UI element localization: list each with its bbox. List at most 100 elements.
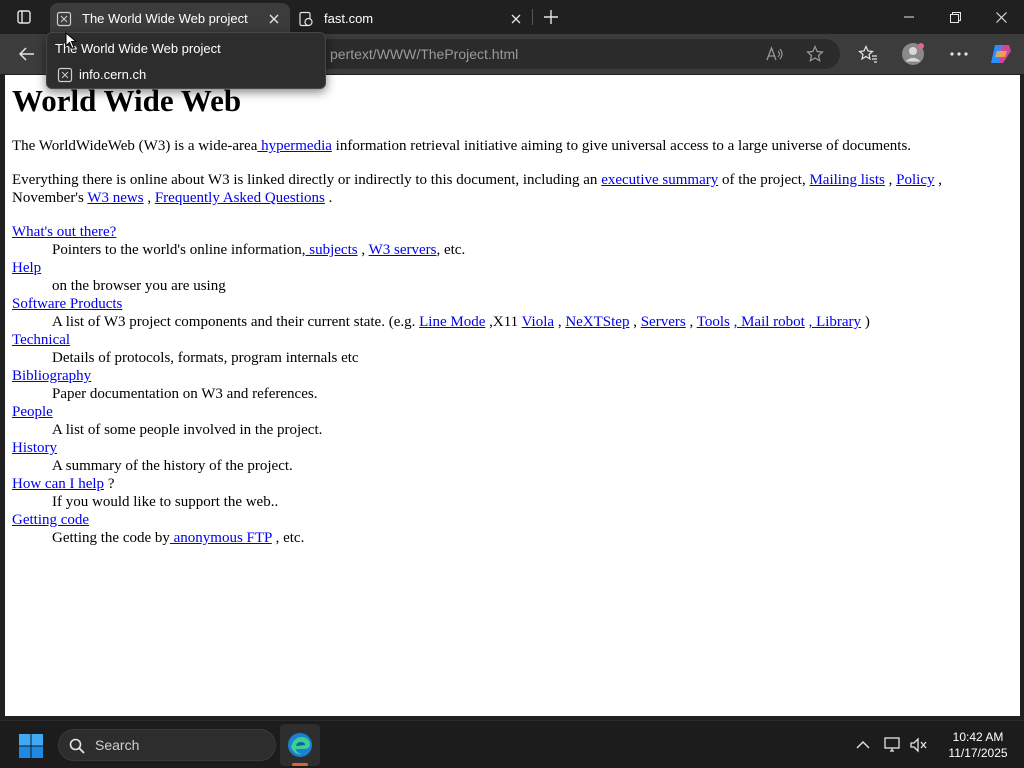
list-term: Bibliography <box>12 367 1007 385</box>
minimize-button[interactable] <box>886 0 932 34</box>
profile-button[interactable] <box>900 42 926 66</box>
restore-icon <box>949 11 961 23</box>
description-text: , <box>629 314 641 330</box>
arrow-left-icon <box>19 47 34 61</box>
more-menu-button[interactable] <box>946 42 972 66</box>
intro-paragraph: The WorldWideWeb (W3) is a wide-area hyp… <box>12 137 1007 155</box>
tab-title: fast.com <box>324 11 374 26</box>
link-hypermedia[interactable]: hypermedia <box>257 138 332 154</box>
speaker-muted-icon <box>910 737 927 753</box>
term-suffix: ? <box>104 476 115 492</box>
link-executive-summary[interactable]: executive summary <box>601 172 718 188</box>
list-term: How can I help ? <box>12 475 1007 493</box>
chevron-up-icon <box>856 741 870 749</box>
list-term: Technical <box>12 331 1007 349</box>
list-description: Details of protocols, formats, program i… <box>52 350 359 366</box>
taskbar-search[interactable]: Search <box>58 729 276 761</box>
close-icon <box>995 11 1007 23</box>
link-getting-code[interactable]: Getting code <box>12 512 89 528</box>
favorites-icon <box>858 45 877 63</box>
link-anonymous-ftp[interactable]: anonymous FTP <box>170 530 272 546</box>
tab-fast-com[interactable]: fast.com <box>292 3 532 34</box>
link-help[interactable]: Help <box>12 260 41 276</box>
description-text: , <box>357 242 369 258</box>
description-text: Pointers to the world's online informati… <box>52 242 306 258</box>
link-policy[interactable]: Policy <box>896 172 934 188</box>
link-whats-out-there[interactable]: What's out there? <box>12 224 116 240</box>
link-library[interactable]: , Library <box>809 314 861 330</box>
list-term: People <box>12 403 1007 421</box>
list-description: Getting the code by anonymous FTP , etc. <box>52 529 1007 547</box>
link-mailing-lists[interactable]: Mailing lists <box>809 172 884 188</box>
tab-strip: The World Wide Web project fast.com <box>0 0 1024 34</box>
tab-title: The World Wide Web project <box>82 11 248 26</box>
link-software-products[interactable]: Software Products <box>12 296 122 312</box>
favorite-button[interactable] <box>804 44 826 64</box>
link-subjects[interactable]: subjects <box>306 242 357 258</box>
taskbar-edge[interactable] <box>280 724 320 766</box>
close-tab-button[interactable] <box>262 7 286 31</box>
close-window-button[interactable] <box>978 0 1024 34</box>
network-button[interactable] <box>882 735 904 755</box>
restore-button[interactable] <box>932 0 978 34</box>
link-w3-news[interactable]: W3 news <box>87 190 143 206</box>
link-w3-servers[interactable]: W3 servers <box>369 242 437 258</box>
clock-time: 10:42 AM <box>952 730 1004 744</box>
link-technical[interactable]: Technical <box>12 332 70 348</box>
link-mail-robot[interactable]: , Mail robot <box>734 314 805 330</box>
close-tab-button[interactable] <box>504 7 528 31</box>
search-label: Search <box>95 737 140 753</box>
intro-text: information retrieval initiative aiming … <box>331 138 912 154</box>
link-how-can-i-help[interactable]: How can I help <box>12 476 104 492</box>
start-button[interactable] <box>18 733 44 759</box>
search-icon <box>69 738 85 754</box>
clock-date: 11/17/2025 <box>948 746 1008 760</box>
description-text: ,X11 <box>485 314 522 330</box>
avatar-icon <box>902 43 924 65</box>
windows-logo-icon <box>19 734 43 758</box>
page-viewport: World Wide Web The WorldWideWeb (W3) is … <box>5 75 1020 716</box>
description-text: Getting the code by <box>52 530 170 546</box>
star-icon <box>806 45 824 63</box>
list-description: A summary of the history of the project. <box>52 458 293 474</box>
paragraph-text: Everything there is online about W3 is l… <box>12 172 602 188</box>
favorites-button[interactable] <box>855 42 881 66</box>
link-servers[interactable]: Servers <box>641 314 686 330</box>
link-tools[interactable]: Tools <box>697 314 730 330</box>
link-faq[interactable]: Frequently Asked Questions <box>155 190 325 206</box>
more-icon <box>950 52 968 56</box>
hover-card-domain: info.cern.ch <box>79 67 147 82</box>
topics-list: What's out there? Pointers to the world'… <box>12 223 1007 547</box>
list-term: What's out there? <box>12 223 1007 241</box>
volume-button[interactable] <box>908 735 930 755</box>
description-text: , <box>554 314 566 330</box>
edge-icon <box>288 733 312 757</box>
url-text: pertext/WWW/TheProject.html <box>330 46 519 62</box>
everything-paragraph: Everything there is online about W3 is l… <box>12 171 1007 207</box>
tab-world-wide-web[interactable]: The World Wide Web project <box>50 3 290 34</box>
list-description: Paper documentation on W3 and references… <box>52 386 318 402</box>
link-history[interactable]: History <box>12 440 57 456</box>
plus-icon <box>544 10 558 24</box>
copilot-button[interactable] <box>988 42 1014 66</box>
tray-overflow-button[interactable] <box>852 735 874 755</box>
new-tab-button[interactable] <box>538 5 564 29</box>
paragraph-text: , <box>884 172 897 188</box>
read-aloud-button[interactable] <box>764 44 786 64</box>
link-bibliography[interactable]: Bibliography <box>12 368 91 384</box>
link-viola[interactable]: Viola <box>522 314 554 330</box>
hover-card-title: The World Wide Web project <box>55 41 221 56</box>
link-people[interactable]: People <box>12 404 53 420</box>
system-clock[interactable]: 10:42 AM 11/17/2025 <box>938 729 1018 761</box>
back-button[interactable] <box>12 40 42 68</box>
close-icon <box>511 14 521 23</box>
close-icon <box>269 14 279 23</box>
list-description: A list of W3 project components and thei… <box>52 313 1007 331</box>
tab-actions-button[interactable] <box>8 5 40 29</box>
link-line-mode[interactable]: Line Mode <box>419 314 485 330</box>
list-term: Help <box>12 259 1007 277</box>
tab-divider <box>532 9 533 25</box>
link-nextstep[interactable]: NeXTStep <box>565 314 629 330</box>
description-text: ) <box>861 314 870 330</box>
active-app-indicator <box>292 763 308 766</box>
